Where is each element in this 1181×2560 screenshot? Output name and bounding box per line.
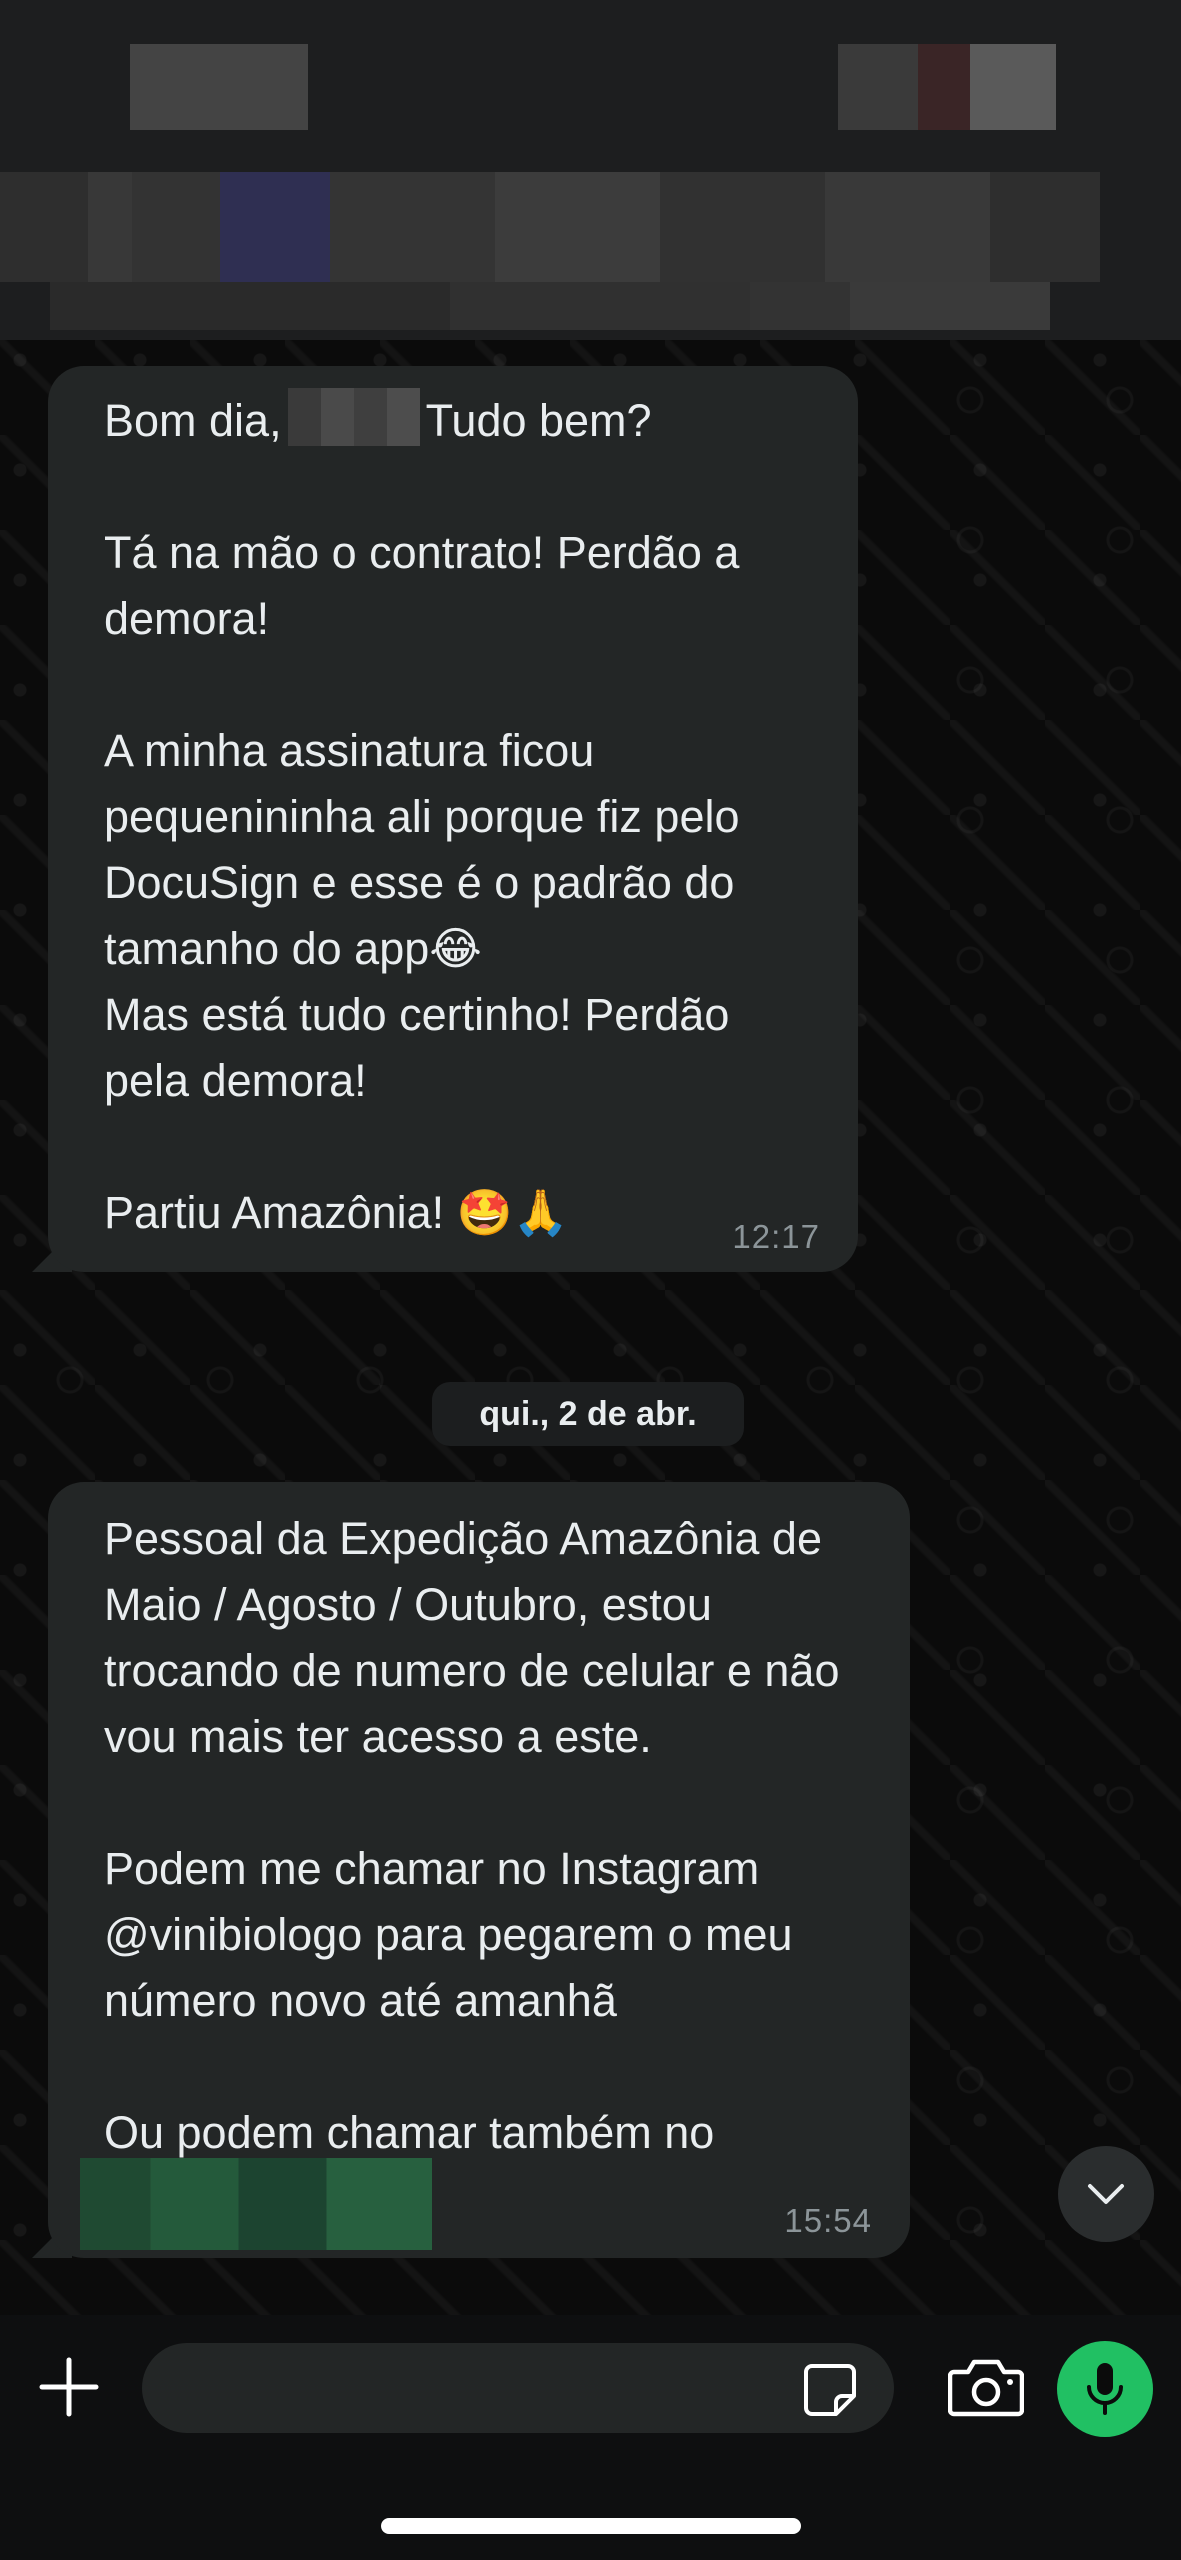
redacted-block — [838, 44, 918, 130]
redacted-block — [0, 172, 1100, 282]
sticker-icon[interactable] — [802, 2362, 858, 2418]
redacted-block — [970, 44, 1056, 130]
home-indicator — [381, 2518, 801, 2534]
message-bubble-2[interactable]: Pessoal da Expedição Amazônia de Maio / … — [48, 1482, 910, 2258]
chevron-down-icon — [1088, 2184, 1124, 2204]
scroll-to-bottom-button[interactable] — [1058, 2146, 1154, 2242]
redacted-name — [287, 388, 420, 446]
redacted-block — [130, 44, 308, 130]
redacted-contact — [80, 2158, 432, 2250]
camera-icon[interactable] — [948, 2356, 1024, 2418]
message-input[interactable] — [142, 2343, 894, 2433]
message-body: Pessoal da Expedição Amazônia de Maio / … — [104, 1513, 840, 2158]
message-text: Bom dia, Tudo bem? Tá na mão o contrato! … — [104, 388, 818, 1246]
message-time: 12:17 — [732, 1218, 820, 1255]
message-bubble-1[interactable]: Bom dia, Tudo bem? Tá na mão o contrato! … — [48, 366, 858, 1272]
microphone-icon — [1087, 2363, 1123, 2415]
plus-icon[interactable] — [36, 2354, 102, 2420]
message-body: Tá na mão o contrato! Perdão a demora! A… — [104, 527, 740, 1238]
redacted-block — [918, 44, 970, 130]
greeting-prefix: Bom dia, — [104, 395, 282, 446]
message-time: 15:54 — [784, 2202, 872, 2239]
redacted-block — [50, 282, 1050, 330]
microphone-button[interactable] — [1057, 2341, 1153, 2437]
date-separator: qui., 2 de abr. — [432, 1382, 744, 1446]
chat-header-redacted[interactable] — [0, 0, 1181, 340]
greeting-suffix: Tudo bem? — [425, 395, 652, 446]
